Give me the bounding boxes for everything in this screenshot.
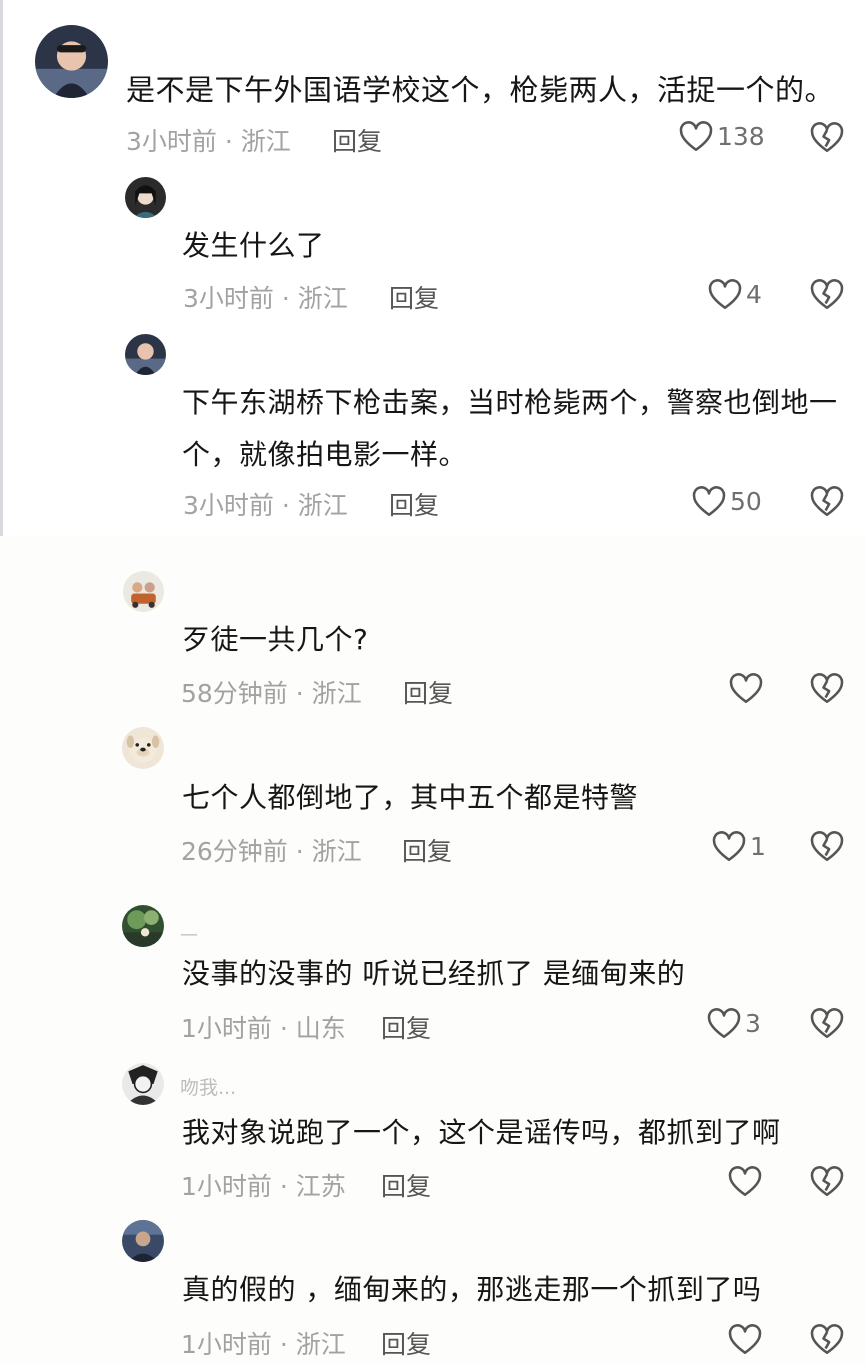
- broken-heart-icon: [810, 1324, 844, 1355]
- user-avatar-icon[interactable]: [122, 1220, 164, 1262]
- comment-time: 3小时前: [183, 491, 274, 520]
- comment-text: 发生什么了: [182, 229, 325, 262]
- meta-separator: ·: [287, 837, 312, 866]
- reply-button[interactable]: 回复: [389, 486, 439, 522]
- heart-outline-icon: [728, 1166, 762, 1197]
- dog-avatar-icon[interactable]: [122, 727, 164, 769]
- like-button[interactable]: 50: [692, 484, 762, 520]
- comment-time: 58分钟前: [181, 679, 288, 708]
- broken-heart-icon: [810, 831, 844, 862]
- comment-time: 1小时前: [181, 1014, 272, 1043]
- comment-text: 真的假的 ，缅甸来的，那逃走那一个抓到了吗: [182, 1273, 762, 1306]
- like-button[interactable]: 4: [708, 277, 762, 313]
- username[interactable]: 吻我...: [180, 1073, 236, 1100]
- like-button[interactable]: 1: [712, 829, 766, 865]
- comment-location: 山东: [295, 1014, 346, 1043]
- like-button[interactable]: 3: [707, 1006, 761, 1042]
- heart-outline-icon: [708, 279, 742, 310]
- user-avatar-icon[interactable]: [125, 177, 166, 218]
- like-count: 4: [746, 280, 762, 309]
- meta-separator: ·: [271, 1330, 296, 1359]
- heart-outline-icon: [728, 1324, 762, 1355]
- like-count: 3: [745, 1009, 761, 1038]
- heart-outline-icon: [712, 831, 746, 862]
- reply-button[interactable]: 回复: [402, 832, 452, 868]
- meta-separator: ·: [273, 491, 298, 520]
- comment-location: 浙江: [311, 679, 362, 708]
- comment-location: 浙江: [297, 491, 348, 520]
- reply-button[interactable]: 回复: [381, 1325, 431, 1361]
- comment-text: 是不是下午外国语学校这个，枪毙两人，活捉一个的。: [126, 73, 835, 107]
- broken-heart-icon: [810, 1008, 844, 1039]
- dislike-button[interactable]: [810, 1008, 844, 1040]
- user-avatar-icon[interactable]: [35, 25, 108, 98]
- reply-button[interactable]: 回复: [381, 1009, 431, 1045]
- meta-separator: ·: [216, 127, 241, 156]
- comment-meta: 3小时前 · 浙江: [183, 279, 348, 315]
- dislike-button[interactable]: [810, 1166, 844, 1198]
- like-count: 50: [730, 487, 762, 516]
- comment-time: 3小时前: [183, 284, 274, 313]
- username[interactable]: —: [180, 924, 198, 945]
- comment-text: 没事的没事的 听说已经抓了 是缅甸来的: [182, 957, 686, 990]
- comment-time: 1小时前: [181, 1172, 272, 1201]
- heart-outline-icon: [692, 486, 726, 517]
- reply-button[interactable]: 回复: [389, 279, 439, 315]
- reply-button[interactable]: 回复: [381, 1167, 431, 1203]
- dislike-button[interactable]: [810, 1324, 844, 1356]
- dislike-button[interactable]: [810, 486, 844, 518]
- broken-heart-icon: [810, 486, 844, 517]
- divider: [0, 0, 3, 536]
- comment-time: 3小时前: [126, 127, 217, 156]
- like-button[interactable]: [729, 671, 767, 707]
- heart-outline-icon: [679, 121, 713, 152]
- comment-location: 浙江: [295, 1330, 346, 1359]
- comment-location: 江苏: [295, 1172, 346, 1201]
- like-button[interactable]: 138: [679, 119, 765, 155]
- comment-time: 1小时前: [181, 1330, 272, 1359]
- dislike-button[interactable]: [810, 673, 844, 705]
- comment-meta: 26分钟前 · 浙江: [181, 832, 362, 868]
- broken-heart-icon: [810, 279, 844, 310]
- broken-heart-icon: [810, 673, 844, 704]
- comment-text: 我对象说跑了一个，这个是谣传吗，都抓到了啊: [182, 1116, 781, 1149]
- comment-meta: 3小时前 · 浙江: [183, 486, 348, 522]
- meta-separator: ·: [271, 1014, 296, 1043]
- like-count: 1: [750, 832, 766, 861]
- comment-location: 浙江: [311, 837, 362, 866]
- meta-separator: ·: [287, 679, 312, 708]
- comment-meta: 1小时前 · 江苏: [181, 1167, 346, 1203]
- user-avatar-icon[interactable]: [122, 905, 164, 947]
- comment-text: 七个人都倒地了，其中五个都是特警: [182, 781, 639, 814]
- broken-heart-icon: [810, 122, 844, 153]
- user-avatar-icon[interactable]: [125, 334, 166, 375]
- heart-outline-icon: [707, 1008, 741, 1039]
- comment-location: 浙江: [240, 127, 291, 156]
- comment-time: 26分钟前: [181, 837, 288, 866]
- heart-outline-icon: [729, 673, 763, 704]
- comment-text: 下午东湖桥下枪击案，当时枪毙两个，警察也倒地一个，就像拍电影一样。: [182, 386, 838, 471]
- dislike-button[interactable]: [810, 279, 844, 311]
- comment-section: 是不是下午外国语学校这个，枪毙两人，活捉一个的。 3小时前 · 浙江 回复 13…: [0, 0, 866, 1365]
- reply-button[interactable]: 回复: [403, 674, 453, 710]
- dislike-button[interactable]: [810, 122, 844, 154]
- meta-separator: ·: [271, 1172, 296, 1201]
- user-avatar-icon[interactable]: [122, 1063, 164, 1105]
- dislike-button[interactable]: [810, 831, 844, 863]
- comment-location: 浙江: [297, 284, 348, 313]
- comment-meta: 3小时前 · 浙江: [126, 122, 291, 158]
- like-count: 138: [717, 122, 765, 151]
- comment-text: 歹徒一共几个?: [182, 623, 369, 656]
- like-button[interactable]: [728, 1164, 766, 1200]
- comment-meta: 1小时前 · 山东: [181, 1009, 346, 1045]
- comment-meta: 58分钟前 · 浙江: [181, 674, 362, 710]
- meta-separator: ·: [273, 284, 298, 313]
- user-avatar-icon[interactable]: [123, 571, 164, 612]
- reply-button[interactable]: 回复: [332, 122, 382, 158]
- comment-meta: 1小时前 · 浙江: [181, 1325, 346, 1361]
- like-button[interactable]: [728, 1322, 766, 1358]
- broken-heart-icon: [810, 1166, 844, 1197]
